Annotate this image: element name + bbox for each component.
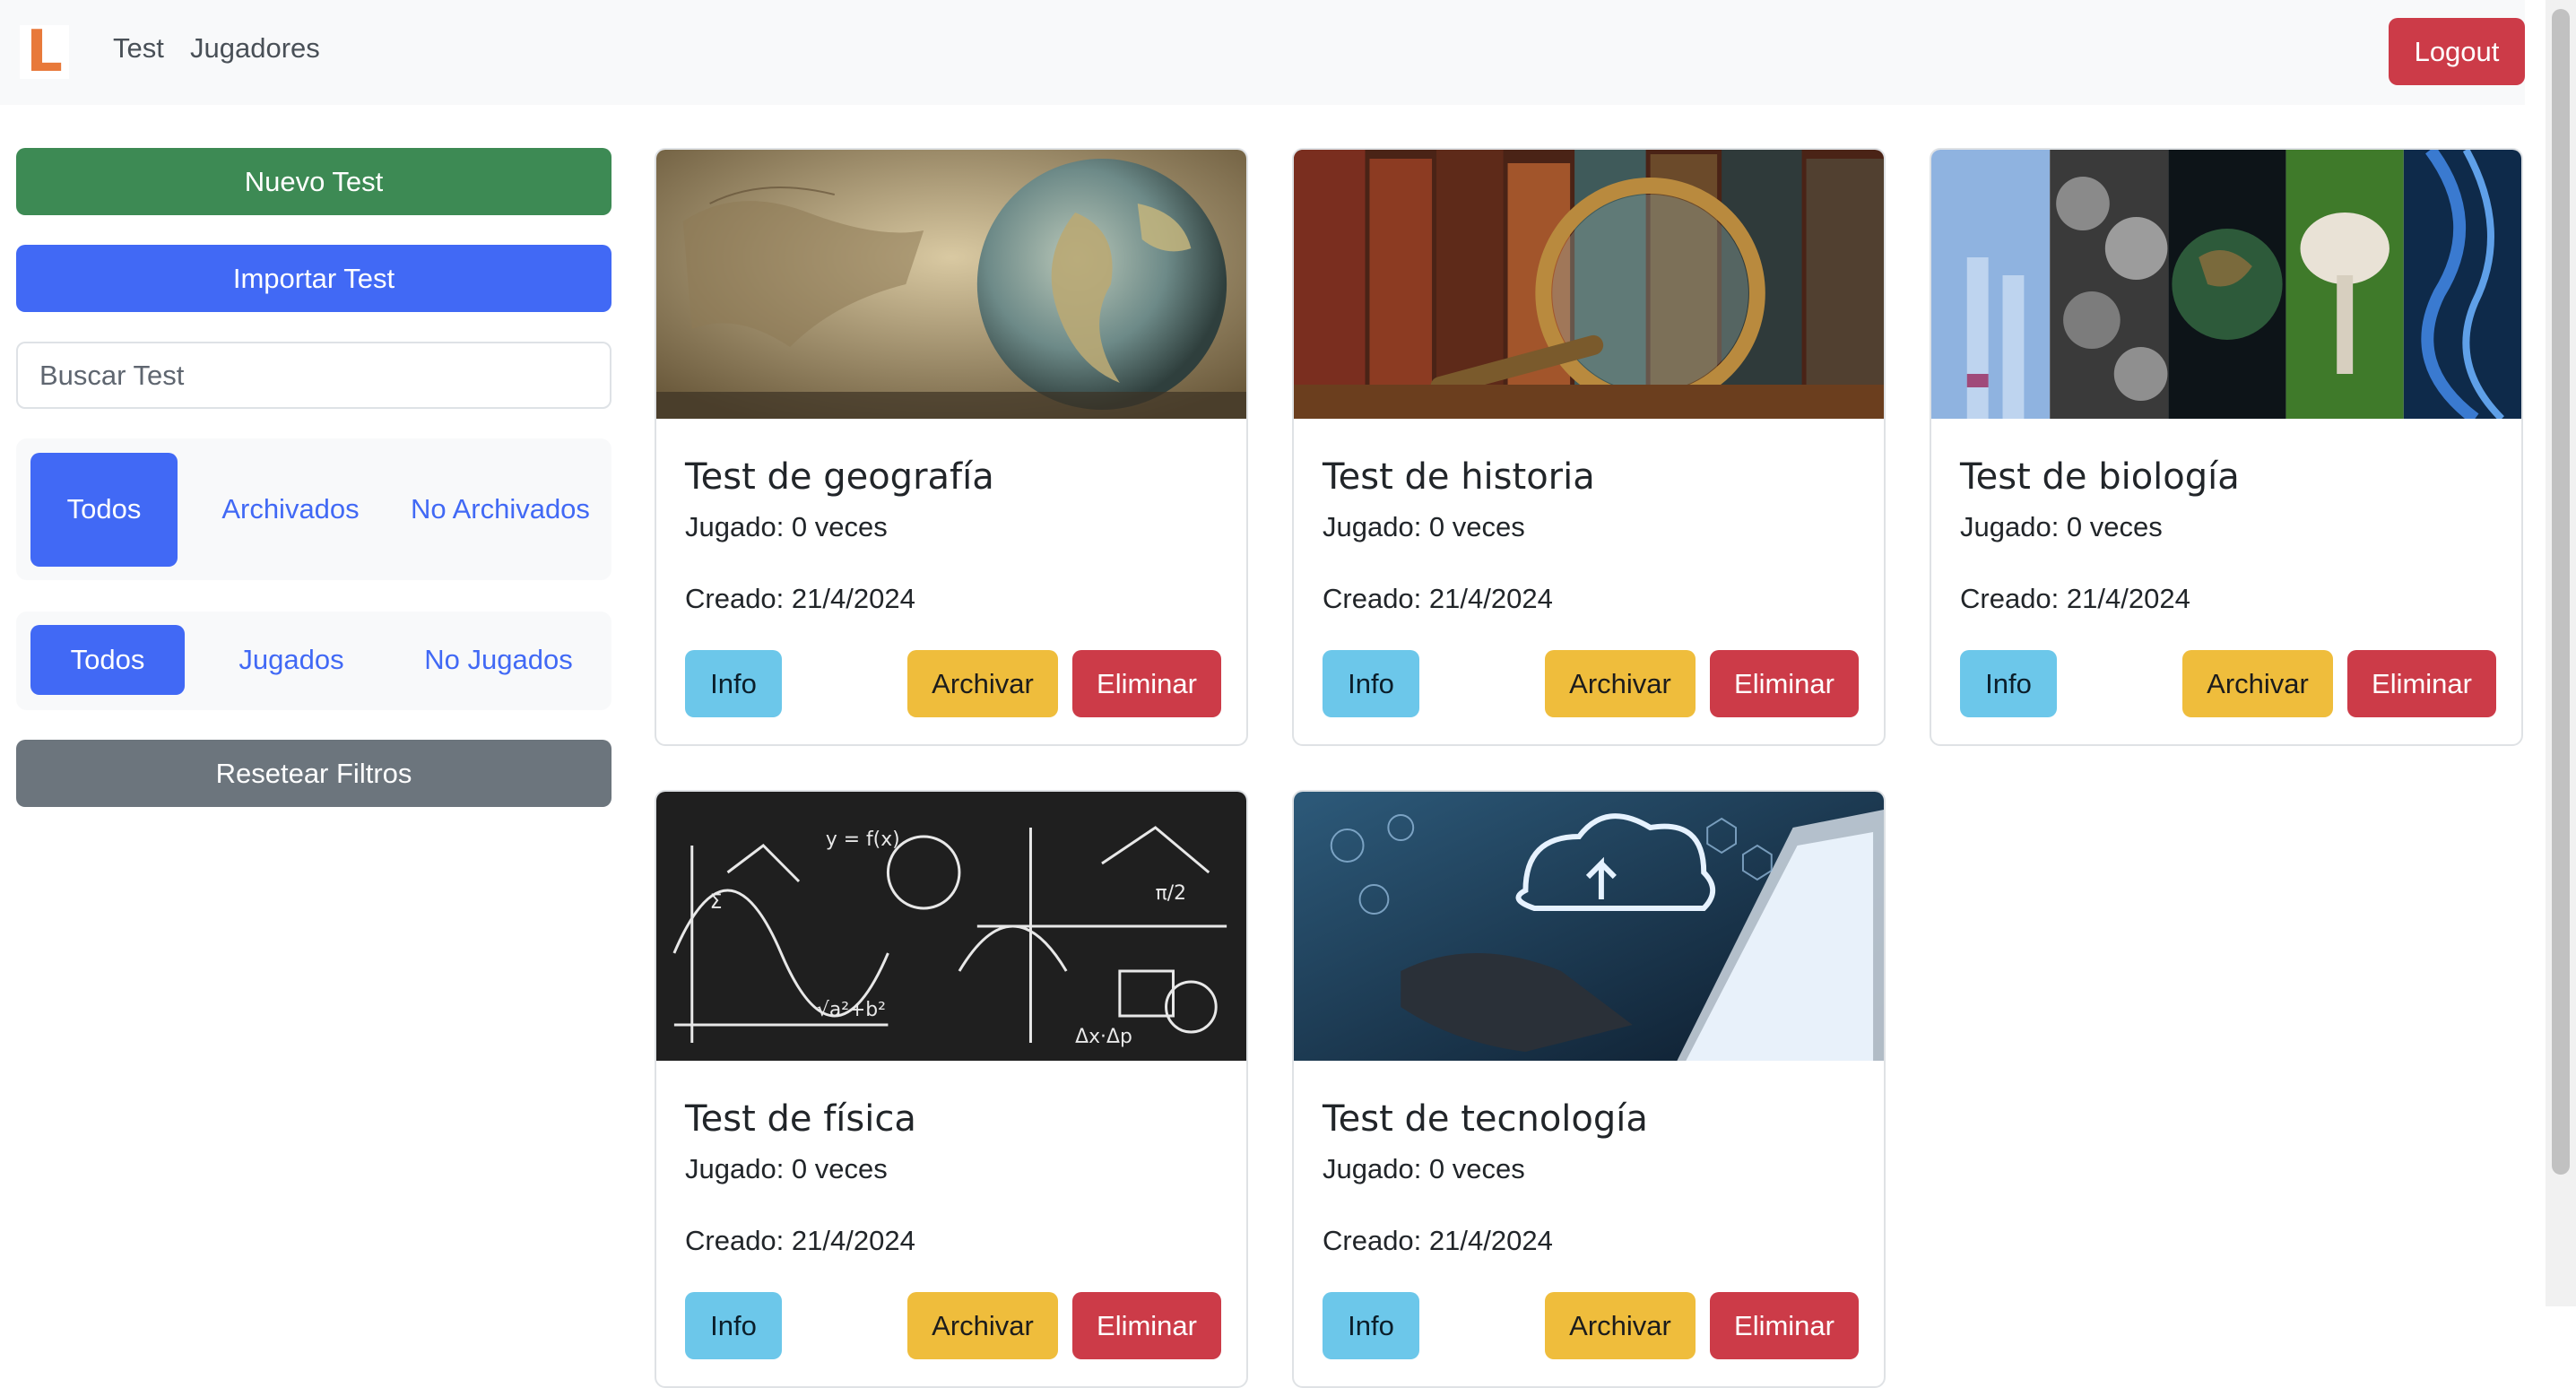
card-image-geografia: [656, 150, 1246, 419]
archive-button[interactable]: Archivar: [907, 650, 1058, 717]
card-created-date: Creado: 21/4/2024: [1323, 583, 1553, 614]
app-logo[interactable]: L: [20, 19, 69, 85]
nav-link-jugadores[interactable]: Jugadores: [190, 32, 320, 65]
info-button[interactable]: Info: [1323, 1292, 1419, 1359]
logo-letter: L: [26, 19, 63, 85]
card-image-historia: [1294, 150, 1884, 419]
test-card: Test de geografía Jugado: 0 veces Creado…: [655, 148, 1248, 746]
svg-text:Σ: Σ: [710, 891, 723, 914]
archive-button[interactable]: Archivar: [1545, 1292, 1696, 1359]
card-created-date: Creado: 21/4/2024: [1323, 1225, 1553, 1256]
info-button[interactable]: Info: [685, 1292, 782, 1359]
svg-text:π/2: π/2: [1156, 882, 1186, 905]
svg-text:y = f(x): y = f(x): [826, 828, 900, 851]
archive-button[interactable]: Archivar: [1545, 650, 1696, 717]
delete-button[interactable]: Eliminar: [1710, 650, 1859, 717]
filter-archivados[interactable]: Archivados: [192, 453, 389, 567]
card-title: Test de geografía: [685, 456, 994, 498]
info-button[interactable]: Info: [685, 650, 782, 717]
filter-no-jugados[interactable]: No Jugados: [393, 625, 604, 695]
filter-jugados[interactable]: Jugados: [199, 625, 384, 695]
archive-button[interactable]: Archivar: [2182, 650, 2333, 717]
card-created-date: Creado: 21/4/2024: [685, 583, 915, 614]
delete-button[interactable]: Eliminar: [2347, 650, 2496, 717]
card-played-count: Jugado: 0 veces: [685, 511, 888, 542]
nav-link-test[interactable]: Test: [113, 32, 164, 65]
filter-archive-todos[interactable]: Todos: [30, 453, 178, 567]
logout-button[interactable]: Logout: [2389, 18, 2525, 85]
info-button[interactable]: Info: [1960, 650, 2057, 717]
scrollbar-thumb[interactable]: [2552, 9, 2570, 1175]
test-card: Test de historia Jugado: 0 veces Creado:…: [1292, 148, 1886, 746]
card-image-biologia: [1931, 150, 2521, 419]
test-card: y = f(x) √a²+b² Δx·Δp Σ π/2 Test de físi…: [655, 790, 1248, 1388]
reset-filters-button[interactable]: Resetear Filtros: [16, 740, 611, 807]
card-played-count: Jugado: 0 veces: [1323, 511, 1525, 542]
card-played-count: Jugado: 0 veces: [685, 1153, 888, 1184]
card-image-tecnologia: [1294, 792, 1884, 1061]
archive-button[interactable]: Archivar: [907, 1292, 1058, 1359]
page-scrollbar[interactable]: [2546, 0, 2576, 1306]
filter-played-todos[interactable]: Todos: [30, 625, 185, 695]
filter-no-archivados[interactable]: No Archivados: [402, 453, 599, 567]
delete-button[interactable]: Eliminar: [1710, 1292, 1859, 1359]
card-title: Test de física: [685, 1098, 916, 1140]
test-card: Test de tecnología Jugado: 0 veces Cread…: [1292, 790, 1886, 1388]
info-button[interactable]: Info: [1323, 650, 1419, 717]
card-title: Test de historia: [1323, 456, 1595, 498]
new-test-button[interactable]: Nuevo Test: [16, 148, 611, 215]
card-image-fisica: y = f(x) √a²+b² Δx·Δp Σ π/2: [656, 792, 1246, 1061]
played-filter-group: Todos Jugados No Jugados: [16, 612, 611, 710]
archive-filter-group: Todos Archivados No Archivados: [16, 438, 611, 580]
card-played-count: Jugado: 0 veces: [1960, 511, 2163, 542]
test-card: Test de biología Jugado: 0 veces Creado:…: [1930, 148, 2523, 746]
delete-button[interactable]: Eliminar: [1072, 650, 1221, 717]
delete-button[interactable]: Eliminar: [1072, 1292, 1221, 1359]
svg-text:√a²+b²: √a²+b²: [817, 999, 886, 1021]
svg-text:Δx·Δp: Δx·Δp: [1075, 1026, 1132, 1048]
search-input[interactable]: [16, 342, 611, 409]
import-test-button[interactable]: Importar Test: [16, 245, 611, 312]
card-played-count: Jugado: 0 veces: [1323, 1153, 1525, 1184]
navbar: L Test Jugadores Logout: [0, 0, 2525, 105]
card-created-date: Creado: 21/4/2024: [1960, 583, 2190, 614]
card-created-date: Creado: 21/4/2024: [685, 1225, 915, 1256]
card-title: Test de tecnología: [1323, 1098, 1648, 1140]
card-title: Test de biología: [1960, 456, 2240, 498]
